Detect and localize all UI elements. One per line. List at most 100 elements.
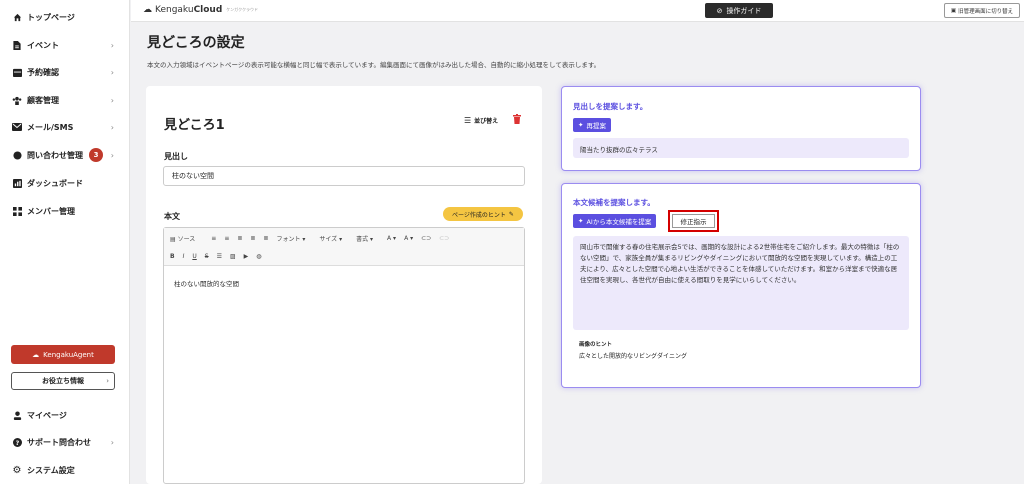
bullet-list-button[interactable]: ≡	[224, 235, 229, 242]
sidebar-item-label: 顧客管理	[27, 95, 59, 105]
chevron-right-icon: ›	[110, 437, 114, 447]
toolbar-row-1: ▤ ソース ≡ ≡ ≣ ≣ ≣ フォント ▾ サイズ ▾ 書式 ▾ A ▾ A …	[170, 231, 457, 245]
revision-instruction-button[interactable]: 修正指示	[672, 214, 715, 228]
image-icon[interactable]: ▨	[230, 253, 236, 260]
help-icon: ?	[12, 437, 22, 447]
sidebar-item-top[interactable]: トップページ	[12, 9, 120, 25]
chevron-right-icon: ›	[110, 122, 114, 132]
image-hint-value: 広々とした開放的なリビングダイニング	[579, 353, 688, 360]
svg-text:?: ?	[15, 439, 19, 446]
chevron-right-icon: ›	[110, 95, 114, 105]
heading-suggestion-panel: 見出しを提案します。 ✦ 再提案 陽当たり抜群の広々テラス	[561, 86, 921, 171]
text-color-button[interactable]: A ▾	[387, 235, 396, 242]
sidebar-item-mail[interactable]: メール/SMS ›	[12, 119, 120, 135]
font-select[interactable]: フォント ▾	[276, 234, 305, 243]
body-label: 本文	[164, 212, 180, 221]
heading-suggestion-title: 見出しを提案します。	[573, 102, 648, 111]
chart-icon	[12, 178, 22, 188]
heading-input[interactable]: 柱のない空間	[163, 166, 525, 186]
format-select[interactable]: 書式 ▾	[356, 234, 373, 243]
pencil-icon: ✎	[508, 210, 514, 218]
strike-button[interactable]: S	[205, 253, 209, 260]
useful-info-button[interactable]: お役立ち情報 ›	[11, 372, 115, 390]
window-icon: ▣	[950, 7, 957, 14]
underline-button[interactable]: U	[192, 253, 196, 260]
align-center-button[interactable]: ≣	[250, 235, 255, 242]
chevron-right-icon: ›	[110, 40, 114, 50]
body-suggestion-title: 本文候補を提案します。	[573, 198, 655, 207]
globe-icon[interactable]: ◍	[256, 253, 261, 260]
toolbar-row-2: B I U S ☰ ▨ ▶ ◍	[170, 249, 270, 263]
cloud-logo-icon: ☁	[143, 5, 152, 15]
grid-icon	[12, 206, 22, 216]
chat-icon	[12, 150, 22, 160]
page-creation-hint-button[interactable]: ページ作成のヒント ✎	[443, 207, 523, 221]
sidebar-item-label: メール/SMS	[27, 122, 74, 132]
sidebar-item-label: ダッシュボード	[27, 178, 83, 188]
sidebar-item-settings[interactable]: ⚙ システム設定	[12, 462, 120, 478]
switch-legacy-admin-button[interactable]: ▣ 旧管理画面に切り替え	[944, 3, 1020, 18]
home-icon	[12, 12, 22, 22]
sort-icon: ☰	[464, 116, 472, 125]
page-description: 本文の入力領域はイベントページの表示可能な横幅と同じ幅で表示しています。編集画面…	[147, 61, 601, 69]
body-suggestion-panel: 本文候補を提案します。 ✦ AIから本文候補を提案 修正指示 岡山市で開催する春…	[561, 183, 921, 388]
heading-suggestion-value[interactable]: 陽当たり抜群の広々テラス	[573, 138, 909, 158]
page-title: 見どころの設定	[147, 35, 245, 51]
bg-color-button[interactable]: A ▾	[404, 235, 413, 242]
cloud-logo-icon: ☁	[32, 350, 40, 359]
sidebar-item-label: 問い合わせ管理	[27, 150, 83, 160]
source-button[interactable]: ▤ ソース	[170, 234, 203, 243]
sidebar-item-mypage[interactable]: マイページ	[12, 407, 120, 423]
sidebar-item-event[interactable]: イベント ›	[12, 37, 120, 53]
link-icon[interactable]: ⊂⊃	[421, 235, 431, 242]
calendar-icon	[12, 67, 22, 77]
align-left-button[interactable]: ≣	[237, 235, 242, 242]
kengaku-agent-button[interactable]: ☁ KengakuAgent	[11, 345, 115, 364]
editor-body[interactable]: 柱のない開放的な空間	[164, 266, 524, 300]
sidebar: トップページ イベント › 予約確認 › 顧客管理 › メール/SMS › 問い…	[0, 0, 130, 484]
top-bar: ☁ Kengaku Cloud ケンガククラウド ⊘ 操作ガイド ▣ 旧管理画面に…	[131, 0, 1024, 22]
image-hint-label: 画像のヒント	[579, 342, 613, 348]
mail-icon	[12, 122, 22, 132]
kengaku-cloud-logo[interactable]: ☁ Kengaku Cloud ケンガククラウド	[143, 5, 258, 15]
chevron-right-icon: ›	[110, 67, 114, 77]
size-select[interactable]: サイズ ▾	[319, 234, 342, 243]
compass-icon: ⊘	[716, 6, 723, 15]
sidebar-item-dashboard[interactable]: ダッシュボード	[12, 175, 120, 191]
image-hint-box: 画像のヒント 広々とした開放的なリビングダイニング	[573, 334, 909, 370]
sidebar-item-support[interactable]: ? サポート問合わせ ›	[12, 434, 120, 450]
sparkle-icon: ✦	[578, 121, 584, 129]
chevron-right-icon: ›	[110, 150, 114, 160]
sort-button[interactable]: ☰ 並び替え	[464, 116, 498, 125]
sidebar-item-reservation[interactable]: 予約確認 ›	[12, 64, 120, 80]
horizontal-rule-icon[interactable]: ☰	[217, 253, 222, 260]
resuggest-button[interactable]: ✦ 再提案	[573, 118, 611, 132]
sidebar-item-label: 予約確認	[27, 67, 59, 77]
editor-toolbar: ▤ ソース ≡ ≡ ≣ ≣ ≣ フォント ▾ サイズ ▾ 書式 ▾ A ▾ A …	[164, 228, 524, 266]
italic-button[interactable]: I	[183, 253, 185, 260]
rich-text-editor[interactable]: ▤ ソース ≡ ≡ ≣ ≣ ≣ フォント ▾ サイズ ▾ 書式 ▾ A ▾ A …	[163, 227, 525, 484]
trash-icon[interactable]	[513, 114, 521, 126]
bold-button[interactable]: B	[170, 253, 175, 260]
sidebar-item-label: イベント	[27, 40, 59, 50]
section-title: 見どころ1	[164, 118, 225, 133]
person-icon	[12, 410, 22, 420]
sidebar-item-members[interactable]: メンバー管理	[12, 203, 120, 219]
gear-icon: ⚙	[12, 464, 22, 476]
unlink-icon[interactable]: ⊂⊃	[439, 235, 449, 242]
heading-label: 見出し	[164, 152, 188, 161]
notification-badge: 3	[89, 148, 103, 162]
align-right-button[interactable]: ≣	[263, 235, 268, 242]
sidebar-item-label: マイページ	[27, 410, 67, 420]
sidebar-item-customers[interactable]: 顧客管理 ›	[12, 92, 120, 108]
video-icon[interactable]: ▶	[244, 253, 249, 260]
numbered-list-button[interactable]: ≡	[211, 235, 216, 242]
ai-body-suggest-button[interactable]: ✦ AIから本文候補を提案	[573, 214, 657, 228]
body-suggestion-textarea[interactable]: 岡山市で開催する春の住宅展示会5では、画期的な設計による2世帯住宅をご紹介します…	[573, 236, 909, 330]
sparkle-icon: ✦	[578, 217, 584, 225]
sidebar-item-label: トップページ	[27, 12, 75, 22]
operation-guide-button[interactable]: ⊘ 操作ガイド	[705, 3, 773, 18]
document-icon	[12, 40, 22, 50]
sidebar-item-label: サポート問合わせ	[27, 437, 91, 447]
sidebar-item-inquiries[interactable]: 問い合わせ管理 3 ›	[12, 147, 120, 163]
